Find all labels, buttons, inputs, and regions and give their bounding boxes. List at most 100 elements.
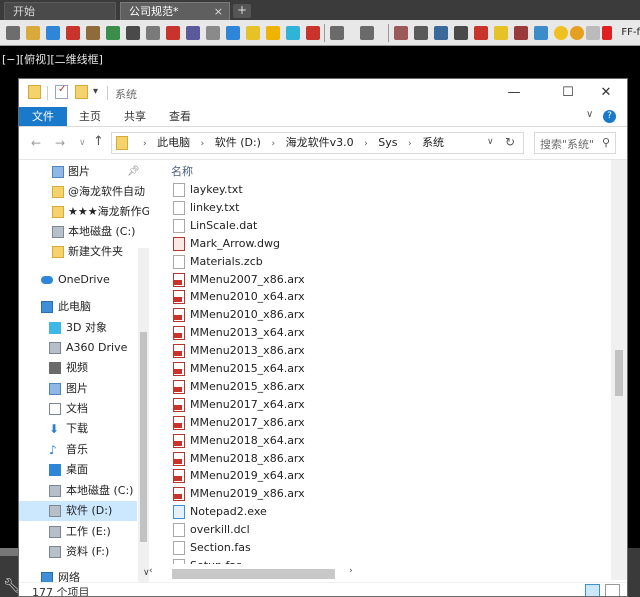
forward-button[interactable]: → bbox=[55, 136, 65, 150]
nav-item-onedrive[interactable]: OneDrive bbox=[19, 270, 137, 290]
tool-icon[interactable] bbox=[306, 26, 320, 40]
horizontal-scrollbar[interactable]: ‹ › bbox=[149, 564, 609, 581]
properties-icon[interactable] bbox=[55, 84, 68, 99]
column-header-name[interactable]: 名称 bbox=[171, 163, 193, 179]
tab-start[interactable]: 开始 bbox=[4, 2, 116, 20]
tool-icon[interactable] bbox=[434, 26, 448, 40]
pin-icon[interactable]: 📌︎ bbox=[127, 162, 140, 182]
close-button[interactable]: ✕ bbox=[583, 81, 627, 105]
search-icon[interactable]: ⚲ bbox=[602, 136, 610, 149]
address-bar[interactable]: › 此电脑 › 软件 (D:) › 海龙软件v3.0 › Sys › 系统 ∨ … bbox=[111, 132, 524, 154]
open-icon[interactable] bbox=[26, 26, 40, 40]
nav-item-network[interactable]: 网络 bbox=[19, 568, 137, 582]
help-icon[interactable]: ? bbox=[603, 110, 616, 123]
tool-icon[interactable] bbox=[474, 26, 488, 40]
tool-icon[interactable] bbox=[166, 26, 180, 40]
file-scrollbar[interactable] bbox=[611, 160, 627, 580]
chevron-right-icon[interactable]: › bbox=[349, 566, 353, 576]
back-button[interactable]: ← bbox=[31, 136, 41, 150]
layer-icon[interactable] bbox=[534, 26, 548, 40]
scrollbar-thumb[interactable] bbox=[615, 350, 623, 396]
breadcrumb-item[interactable]: 海龙软件v3.0 bbox=[286, 136, 354, 149]
viewport-controls[interactable]: [−][俯视][二维线框] bbox=[2, 51, 103, 67]
chevron-down-icon[interactable]: ∨ bbox=[586, 109, 593, 120]
large-icons-view-icon[interactable] bbox=[605, 584, 620, 596]
search-input[interactable]: 搜索"系统" ⚲ bbox=[534, 132, 616, 154]
close-icon[interactable]: × bbox=[214, 3, 223, 21]
file-row[interactable]: LinScale.dat bbox=[167, 217, 607, 235]
tool-icon[interactable] bbox=[246, 26, 260, 40]
file-row[interactable]: Mark_Arrow.dwg bbox=[167, 235, 607, 253]
file-row[interactable]: MMenu2018_x86.arx bbox=[167, 450, 607, 468]
color-icon[interactable] bbox=[602, 26, 612, 40]
lock-icon[interactable] bbox=[586, 26, 600, 40]
chevron-right-icon[interactable]: › bbox=[143, 139, 147, 149]
nav-item-a360[interactable]: A360 Drive bbox=[19, 338, 137, 358]
tool-icon[interactable] bbox=[206, 26, 220, 40]
nav-item-pictures-pinned[interactable]: 图片 📌︎ bbox=[19, 162, 140, 182]
file-row[interactable]: MMenu2017_x86.arx bbox=[167, 414, 607, 432]
file-row[interactable]: MMenu2007_x86.arx bbox=[167, 271, 607, 289]
tool-icon[interactable] bbox=[454, 26, 468, 40]
file-row[interactable]: MMenu2017_x64.arx bbox=[167, 396, 607, 414]
undo-icon[interactable] bbox=[330, 26, 344, 40]
file-row[interactable]: laykey.txt bbox=[167, 181, 607, 199]
file-row[interactable]: MMenu2015_x64.arx bbox=[167, 360, 607, 378]
sun-icon[interactable] bbox=[570, 26, 584, 40]
tool-icon[interactable] bbox=[514, 26, 528, 40]
nav-item-drive-f[interactable]: 资料 (F:) bbox=[19, 542, 137, 562]
tool-icon[interactable] bbox=[186, 26, 200, 40]
file-row[interactable]: MMenu2019_x86.arx bbox=[167, 485, 607, 503]
tool-icon[interactable] bbox=[66, 26, 80, 40]
nav-item-drive-d[interactable]: 软件 (D:) bbox=[19, 501, 137, 521]
chevron-right-icon[interactable]: › bbox=[201, 139, 205, 149]
tool-icon[interactable] bbox=[106, 26, 120, 40]
tab-share[interactable]: 共享 bbox=[124, 107, 146, 126]
save-icon[interactable] bbox=[46, 26, 60, 40]
text-icon[interactable] bbox=[266, 26, 280, 40]
tool-icon[interactable] bbox=[394, 26, 408, 40]
title-bar[interactable]: ▾ 系统 — ☐ ✕ bbox=[19, 79, 627, 107]
up-button[interactable]: ↑ bbox=[93, 134, 104, 149]
nav-item-downloads[interactable]: ⬇︎ 下载 bbox=[19, 419, 137, 439]
file-row[interactable]: MMenu2010_x86.arx bbox=[167, 306, 607, 324]
nav-item-music[interactable]: ♪ 音乐 bbox=[19, 440, 137, 460]
add-tab-button[interactable]: + bbox=[233, 4, 251, 18]
tool-icon[interactable] bbox=[86, 26, 100, 40]
chevron-down-icon[interactable]: ∨ bbox=[487, 137, 494, 147]
file-row[interactable]: MMenu2013_x86.arx bbox=[167, 342, 607, 360]
file-row[interactable]: Materials.zcb bbox=[167, 253, 607, 271]
tab-file[interactable]: 文件 bbox=[19, 107, 67, 126]
chevron-right-icon[interactable]: › bbox=[364, 139, 368, 149]
file-row[interactable]: MMenu2018_x64.arx bbox=[167, 432, 607, 450]
nav-item-documents[interactable]: 文档 bbox=[19, 399, 137, 419]
nav-item-drive-c[interactable]: 本地磁盘 (C:) bbox=[19, 222, 137, 242]
file-row[interactable]: Notepad2.exe bbox=[167, 503, 607, 521]
nav-item-drive-c[interactable]: 本地磁盘 (C:) bbox=[19, 481, 137, 501]
nav-item-videos[interactable]: 视频 bbox=[19, 358, 137, 378]
nav-item-desktop[interactable]: 桌面 bbox=[19, 460, 137, 480]
nav-scrollbar[interactable] bbox=[138, 248, 149, 582]
tool-icon[interactable] bbox=[286, 26, 300, 40]
tool-icon[interactable] bbox=[414, 26, 428, 40]
file-row[interactable]: linkey.txt bbox=[167, 199, 607, 217]
breadcrumb-item[interactable]: Sys bbox=[378, 136, 397, 149]
nav-item-3d-objects[interactable]: 3D 对象 bbox=[19, 318, 137, 338]
breadcrumb-item[interactable]: 软件 (D:) bbox=[215, 136, 261, 149]
breadcrumb-item[interactable]: 此电脑 bbox=[157, 136, 190, 149]
tool-icon[interactable] bbox=[226, 26, 240, 40]
tool-icon[interactable] bbox=[146, 26, 160, 40]
tab-view[interactable]: 查看 bbox=[169, 107, 191, 126]
redo-icon[interactable] bbox=[360, 26, 374, 40]
file-row[interactable]: MMenu2010_x64.arx bbox=[167, 288, 607, 306]
tool-icon[interactable] bbox=[126, 26, 140, 40]
nav-item-folder[interactable]: @海龙软件自动 bbox=[19, 182, 145, 202]
new-icon[interactable] bbox=[6, 26, 20, 40]
file-row[interactable]: overkill.dcl bbox=[167, 521, 607, 539]
nav-item-folder[interactable]: ★★★海龙新作G bbox=[19, 202, 149, 222]
nav-item-pictures[interactable]: 图片 bbox=[19, 379, 137, 399]
file-row[interactable]: MMenu2013_x64.arx bbox=[167, 324, 607, 342]
file-row[interactable]: MMenu2019_x64.arx bbox=[167, 467, 607, 485]
nav-item-drive-e[interactable]: 工作 (E:) bbox=[19, 522, 137, 542]
file-row[interactable]: Section.fas bbox=[167, 539, 607, 557]
